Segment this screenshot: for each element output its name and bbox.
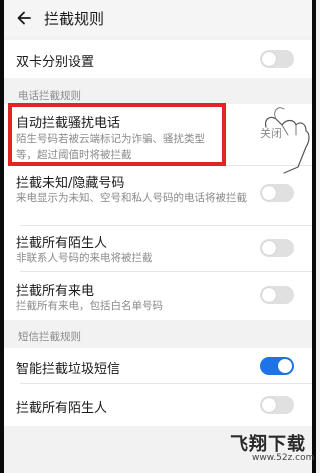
toggle-knob [278, 359, 292, 373]
block-all-calls-toggle[interactable] [260, 286, 294, 304]
watermark-url-text: www.52z.com [252, 453, 315, 463]
toggle-knob [262, 241, 276, 255]
call-rules-section-header: 电话拦截规则 [4, 78, 312, 104]
toggle-knob [262, 288, 276, 302]
block-unknown-hidden-desc: 来电显示为未知、空号和私人号码的电话将被拦截 [16, 192, 247, 204]
block-all-calls-desc: 拦截所有来电，包括白名单号码 [16, 300, 163, 312]
block-all-calls-label: 拦截所有来电 [16, 284, 95, 299]
toggle-knob [262, 186, 276, 200]
toggle-knob [262, 398, 276, 412]
watermark-logo: 飞翔下载 www.52z.com [226, 428, 315, 468]
block-strangers-sms-row[interactable]: 拦截所有陌生人 [4, 384, 312, 426]
dual-sim-toggle[interactable] [260, 50, 294, 68]
block-strangers-calls-label: 拦截所有陌生人 [16, 236, 108, 251]
block-strangers-sms-label: 拦截所有陌生人 [16, 401, 108, 416]
pointing-hand-icon [262, 105, 312, 179]
dual-sim-setting-label: 双卡分别设置 [16, 55, 95, 70]
page-title: 拦截规则 [44, 9, 105, 28]
block-strangers-calls-row[interactable]: 拦截所有陌生人 非联系人号码的来电将被拦截 [4, 226, 312, 272]
smart-spam-sms-label: 智能拦截垃圾短信 [16, 362, 121, 377]
block-all-calls-row[interactable]: 拦截所有来电 拦截所有来电，包括白名单号码 [4, 272, 312, 320]
right-frame-edge [312, 0, 316, 473]
highlight-annotation-box [8, 103, 226, 166]
block-strangers-calls-toggle[interactable] [260, 239, 294, 257]
call-rules-section-label: 电话拦截规则 [18, 90, 81, 102]
sms-rules-section-label: 短信拦截规则 [18, 331, 81, 343]
dual-sim-setting-row[interactable]: 双卡分别设置 [4, 40, 312, 78]
block-unknown-hidden-toggle[interactable] [260, 184, 294, 202]
sms-rules-section-header: 短信拦截规则 [4, 320, 312, 348]
toggle-knob [262, 52, 276, 66]
smart-spam-sms-toggle[interactable] [260, 357, 294, 375]
smart-spam-sms-row[interactable]: 智能拦截垃圾短信 [4, 348, 312, 384]
block-strangers-sms-toggle[interactable] [260, 396, 294, 414]
back-arrow-icon[interactable] [4, 0, 44, 36]
block-strangers-calls-desc: 非联系人号码的来电将被拦截 [16, 252, 153, 264]
app-header: 拦截规则 [4, 0, 312, 36]
block-unknown-hidden-label: 拦截未知/隐藏号码 [16, 176, 125, 191]
